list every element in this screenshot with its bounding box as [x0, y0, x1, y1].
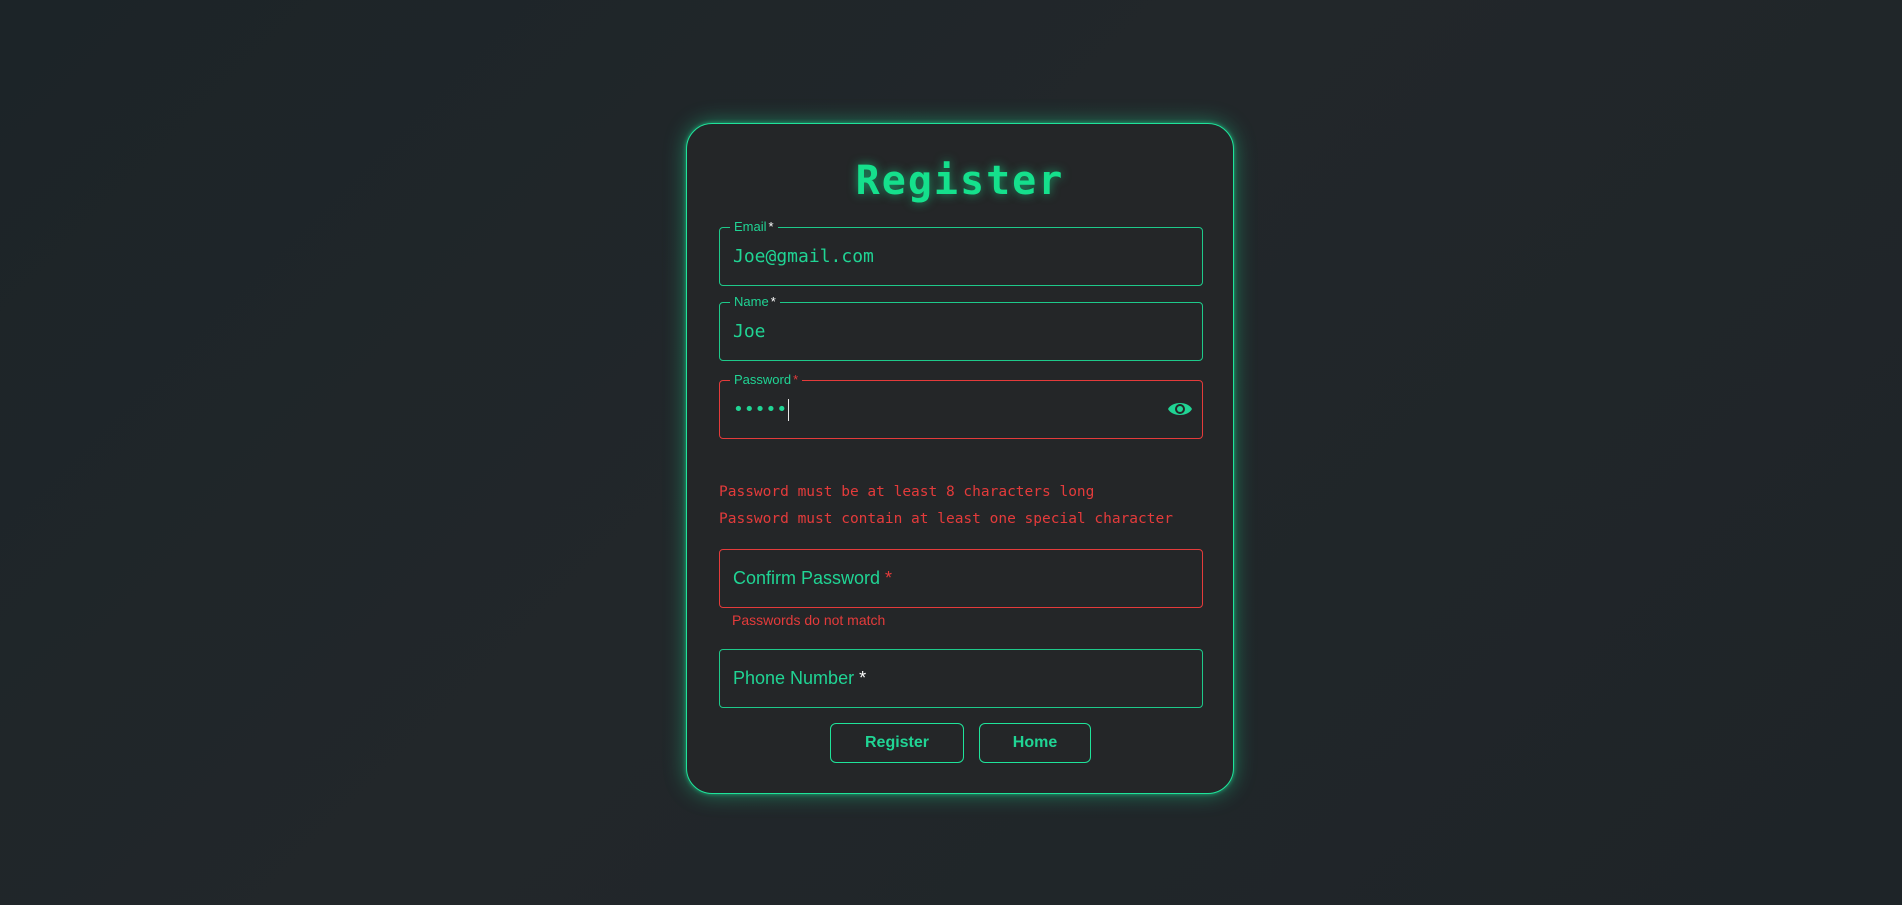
- name-field[interactable]: Name * Joe: [719, 295, 1203, 361]
- password-field[interactable]: Password * •••••: [719, 373, 1203, 439]
- eye-icon[interactable]: [1167, 398, 1193, 420]
- home-button[interactable]: Home: [979, 723, 1091, 763]
- email-input[interactable]: Joe@gmail.com: [733, 228, 874, 285]
- register-card: Register Email * Joe@gmail.com Name * Joe …: [686, 123, 1234, 794]
- confirm-password-error: Passwords do not match: [732, 612, 886, 628]
- text-caret: [788, 399, 790, 421]
- confirm-password-placeholder: Confirm Password *: [733, 568, 893, 588]
- required-asterisk: *: [770, 294, 776, 309]
- required-asterisk: *: [885, 568, 893, 588]
- password-error-special: Password must contain at least one speci…: [719, 511, 1173, 527]
- required-asterisk: *: [859, 668, 867, 688]
- phone-number-placeholder: Phone Number *: [733, 668, 867, 688]
- phone-number-field[interactable]: Phone Number *: [719, 649, 1203, 708]
- required-asterisk: *: [793, 372, 799, 387]
- confirm-password-field[interactable]: Confirm Password *: [719, 549, 1203, 608]
- password-error-length: Password must be at least 8 characters l…: [719, 484, 1095, 500]
- password-input[interactable]: •••••: [733, 381, 790, 438]
- register-button[interactable]: Register: [830, 723, 964, 763]
- email-field[interactable]: Email * Joe@gmail.com: [719, 220, 1203, 286]
- page-title: Register: [855, 158, 1065, 204]
- name-input[interactable]: Joe: [733, 303, 766, 360]
